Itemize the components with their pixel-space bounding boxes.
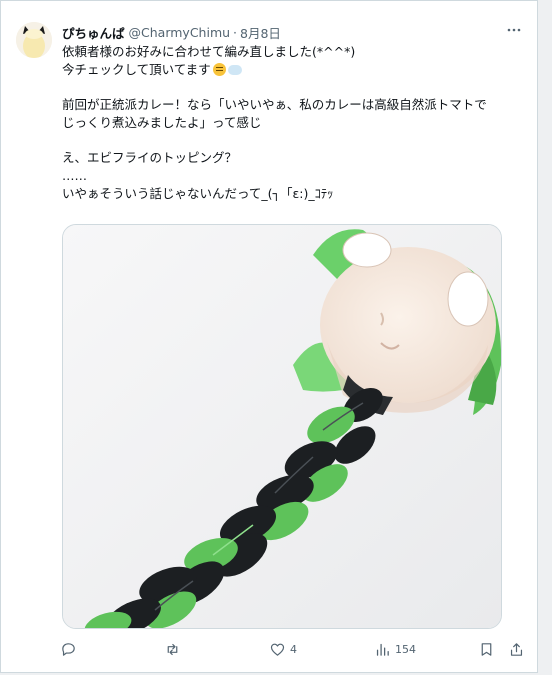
doll-head-braid-photo [63,225,501,628]
tweet-line-2-wrap: 今チェックして頂いてます [62,61,522,79]
views-icon [376,643,389,656]
bookmark-button[interactable] [478,637,495,661]
retweet-icon [167,643,178,655]
share-button[interactable] [508,637,525,661]
views-count: 154 [395,642,416,656]
tweet-photo[interactable] [62,224,502,629]
bookmark-icon [481,642,492,656]
share-icon [510,642,523,656]
tweet-header: ぴちゅんぱ @CharmyChimu · 8月8日 [62,23,507,41]
tweet-line-5: え、エビフライのトッピング？ [62,150,238,165]
avatar-image [16,22,52,58]
tweet-line-7: いやぁそういう話じゃないんだって_(┐「ε:)_ｺﾃｯ [62,186,334,201]
tweet-line-4: じっくり煮込みましたよ」って感じ [62,115,262,130]
views-button[interactable]: 154 [374,637,416,661]
heart-icon [270,643,285,656]
tweet-line-1: 依頼者様のお好みに合わせて編み直しました(*^^*) [62,44,356,59]
tweet-card[interactable]: ぴちゅんぱ @CharmyChimu · 8月8日 依頼者様のお好みに合わせて編… [0,0,538,673]
author-name[interactable]: ぴちゅんぱ [62,23,125,42]
more-icon[interactable] [505,21,523,39]
retweet-button[interactable] [164,637,185,661]
tweet-line-3: 前回が正統派カレー！なら「いやいやぁ、私のカレーは高級自然派トマトで [62,97,487,112]
like-count: 4 [290,642,297,656]
avatar[interactable] [16,22,52,58]
tweet-line-2: 今チェックして頂いてます [62,62,211,77]
like-button[interactable]: 4 [269,637,297,661]
thinking-face-icon [212,63,226,76]
reply-button[interactable] [60,637,81,661]
tweet-actions: 4 154 [56,637,531,661]
author-handle[interactable]: @CharmyChimu [129,25,231,40]
tweet-text: 依頼者様のお好みに合わせて編み直しました(*^^*) 今チェックして頂いてます … [62,43,522,203]
separator-dot: · [233,24,238,40]
tweet-date[interactable]: 8月8日 [240,23,281,42]
reply-icon [62,642,75,656]
tweet-line-6: …… [62,168,87,183]
thought-balloon-icon [227,65,242,75]
